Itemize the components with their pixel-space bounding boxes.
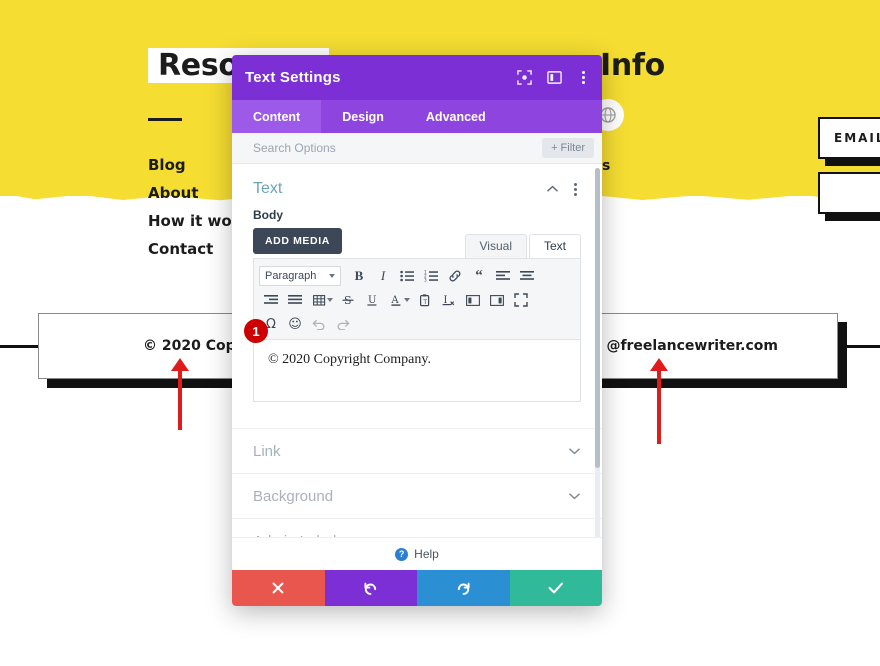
modal-title: Text Settings [245,69,341,86]
svg-text:T: T [422,299,427,306]
text-settings-modal: Text Settings Content Design Advanced Se… [232,55,602,606]
toolbar-row-3: Ω ☺ [259,312,575,336]
svg-text:A: A [390,295,399,306]
section-menu-icon[interactable] [569,182,581,196]
accordion-link-label: Link [253,442,281,460]
annotation-badge-1: 1 [244,319,268,343]
outdent-icon[interactable] [461,289,485,311]
heading-divider [148,118,182,121]
strikethrough-icon[interactable]: S [336,289,360,311]
search-options-row: + Filter [232,133,602,164]
add-media-button[interactable]: ADD MEDIA [253,228,342,254]
text-section-header: Text [232,164,602,204]
underline-icon[interactable]: U [360,289,384,311]
accordion-background-label: Background [253,487,334,505]
chevron-down-icon [329,274,335,278]
align-center-icon[interactable] [515,265,539,287]
table-dropdown-caret[interactable] [327,298,333,302]
undo-icon [364,582,377,595]
numbered-list-icon[interactable]: 1 2 3 [419,265,443,287]
align-justify-icon[interactable] [283,289,307,311]
editor-top-row: ADD MEDIA Visual Text [253,228,581,258]
emoji-icon[interactable]: ☺ [283,313,307,335]
page-title-info: Info [600,48,665,83]
overflow-menu-icon[interactable] [577,71,589,84]
modal-footer [232,570,602,606]
accordion-admin-label-label: Admin Label [253,533,568,538]
close-icon [272,582,284,594]
bold-icon[interactable]: B [347,265,371,287]
text-color-dropdown-caret[interactable] [404,298,410,302]
chevron-down-icon [569,493,580,500]
format-select[interactable]: Paragraph [259,266,341,286]
body-editor: ADD MEDIA Visual Text Paragraph B I 1 2 … [232,228,602,402]
align-right-icon[interactable] [259,289,283,311]
undo-button[interactable] [324,570,417,606]
footer-contact-text: @freelancewriter.com [606,338,778,354]
modal-header: Text Settings [232,55,602,100]
editor-content-text: © 2020 Copyright Company. [268,352,431,367]
globe-icon [600,107,616,123]
footer-rule-left [0,345,40,348]
clear-formatting-icon[interactable]: I [437,289,461,311]
redo-icon [457,582,470,595]
link-icon[interactable] [443,265,467,287]
body-field-label: Body [253,208,283,222]
tab-visual[interactable]: Visual [464,234,527,258]
format-select-value: Paragraph [265,270,317,282]
svg-text:U: U [368,295,376,306]
focus-icon[interactable] [517,70,532,85]
chevron-up-icon[interactable] [546,185,559,193]
bullet-list-icon[interactable] [395,265,419,287]
tab-text[interactable]: Text [528,234,581,258]
italic-icon[interactable]: I [371,265,395,287]
modal-tabs: Content Design Advanced [232,100,602,133]
toolbar-row-2: S U A T I [259,288,575,312]
footer-rule-right [840,345,880,348]
tab-design[interactable]: Design [321,100,405,133]
text-section-title: Text [253,180,283,197]
filter-button[interactable]: + Filter [542,138,594,158]
search-input[interactable] [253,141,543,155]
toolbar-row-1: Paragraph B I 1 2 3 “ [259,264,575,288]
undo-icon[interactable] [307,313,331,335]
tab-advanced[interactable]: Advanced [405,100,507,133]
help-label: Help [414,547,439,561]
align-left-icon[interactable] [491,265,515,287]
redo-icon[interactable] [331,313,355,335]
annotation-arrow-right [657,368,661,444]
checkmark-icon [548,582,563,594]
email-field-label: EMAIL [834,131,880,145]
accordion-link[interactable]: Link [232,428,602,473]
fullscreen-icon[interactable] [509,289,533,311]
indent-icon[interactable] [485,289,509,311]
screen: Resources Info Blog About How it works C… [0,0,880,666]
paste-as-text-icon[interactable]: T [413,289,437,311]
svg-text:3: 3 [424,278,427,282]
blockquote-icon[interactable]: “ [467,265,491,287]
editor-content-area[interactable]: © 2020 Copyright Company. [253,340,581,402]
cancel-button[interactable] [232,570,325,606]
save-button[interactable] [509,570,602,606]
modal-body: Text Body ADD MEDIA Visual Text Paragrap… [232,164,602,537]
modal-scrollbar-thumb[interactable] [595,168,600,468]
annotation-arrow-left [178,368,182,430]
message-field[interactable] [818,172,880,214]
chevron-down-icon [569,448,580,455]
help-row[interactable]: ? Help [232,537,602,570]
email-field[interactable]: EMAIL [818,117,880,159]
accordion-background[interactable]: Background [232,473,602,518]
editor-mode-tabs: Visual Text [464,234,581,258]
redo-button[interactable] [417,570,510,606]
editor-toolbar: Paragraph B I 1 2 3 “ S U A T I Ω ☺ [253,258,581,340]
help-icon: ? [395,547,409,561]
accordion-admin-label[interactable]: Admin Label [232,518,602,537]
layout-panel-icon[interactable] [547,70,562,85]
tab-content[interactable]: Content [232,100,322,133]
modal-header-actions [517,70,589,85]
